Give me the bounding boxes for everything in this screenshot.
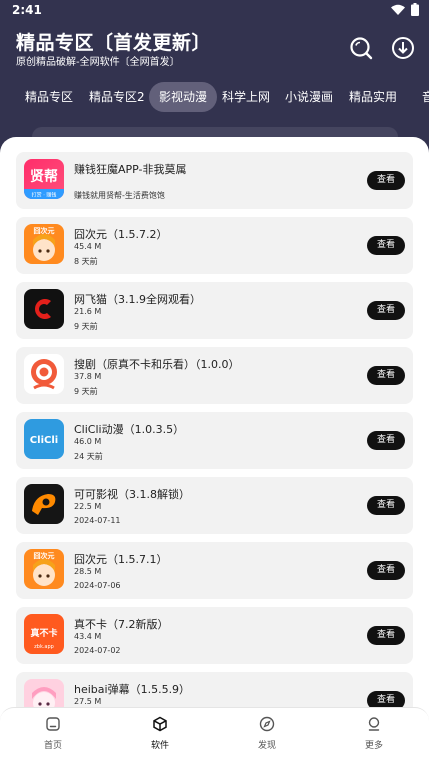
list-item[interactable]: 搜剧（原真不卡和乐看）（1.0.0） 37.8 M 9 天前 查看 [16,347,413,404]
app-date: 2024-07-02 [74,646,121,655]
app-size: 27.5 M [74,697,102,706]
app-name: 赚钱狂魔APP-非我莫属 [74,163,187,176]
nav-label: 软件 [150,741,169,751]
icon-text: zbk.app [34,644,54,650]
view-button[interactable]: 查看 [367,496,405,515]
status-icons [391,3,419,16]
app-name: 搜剧（原真不卡和乐看）（1.0.0） [74,358,240,371]
tab-xiaoshuo[interactable]: 小说漫画 [275,82,343,112]
view-button[interactable]: 查看 [367,301,405,320]
search-button[interactable] [348,35,374,61]
clicli-app-icon: CliCli [24,419,64,459]
battery-icon [411,3,419,16]
view-button[interactable]: 查看 [367,236,405,255]
app-date: 8 天前 [74,257,98,266]
app-size: 37.8 M [74,372,102,381]
tab-jingpin[interactable]: 精品专区 [15,82,83,112]
tab-shiyong[interactable]: 精品实用 [339,82,407,112]
tab-jingpin2[interactable]: 精品专区2 [79,82,155,112]
nav-label: 更多 [364,741,383,751]
app-size: 22.5 M [74,502,102,511]
wangfeimao-app-icon [24,289,64,329]
bottom-navigation: 首页 软件 发现 更多 [0,707,429,763]
app-size: 45.4 M [74,242,102,251]
nav-more[interactable]: 更多 [344,716,404,760]
keke-app-icon [24,484,64,524]
icon-text: 贤帮 [30,168,58,185]
app-size: 28.5 M [74,567,102,576]
app-date: 2024-07-11 [74,516,121,525]
app-date: 9 天前 [74,387,98,396]
tab-yingshi[interactable]: 影视动漫 [149,82,218,112]
app-description: 赚钱就用贤帮-生活费饱饱 [74,191,165,200]
app-size: 21.6 M [74,307,102,316]
list-item[interactable]: 贤帮 打赏 · 赚钱 赚钱狂魔APP-非我莫属 赚钱就用贤帮-生活费饱饱 查看 [16,152,413,209]
icon-text: 真不卡 [30,627,57,639]
app-name: 网飞猫（3.1.9全网观看） [74,293,201,306]
app-name: heibai弹幕（1.5.5.9） [74,683,191,696]
icon-text: 打赏 · 赚钱 [32,192,57,199]
app-name: 可可影视（3.1.8解锁） [74,488,190,501]
category-tabs: 精品专区 精品专区2 影视动漫 科学上网 小说漫画 精品实用 音 [0,82,429,114]
app-name: 囧次元（1.5.7.1） [74,553,168,566]
icon-text: CliCli [30,435,58,446]
app-name: CliCli动漫（1.0.3.5） [74,423,185,436]
xianbang-app-icon: 贤帮 打赏 · 赚钱 [24,159,64,199]
page-title: 精品专区〔首发更新〕 [16,32,212,54]
jiongciyuan-app-icon: 囧次元 [24,224,64,264]
page-subtitle: 原创精品破解-全网软件〔全网首发〕 [16,57,180,68]
app-name: 囧次元（1.5.7.2） [74,228,168,241]
status-bar: 2:41 [0,0,429,20]
nav-software[interactable]: 软件 [130,716,190,760]
app-date: 2024-07-06 [74,581,121,590]
app-date: 24 天前 [74,452,103,461]
list-item[interactable]: 囧次元 囧次元（1.5.7.2） 45.4 M 8 天前 查看 [16,217,413,274]
app-name: 真不卡（7.2新版） [74,618,169,631]
tab-yin[interactable]: 音 [412,82,429,112]
home-icon [46,717,60,731]
status-time: 2:41 [12,3,42,17]
app-date: 9 天前 [74,322,98,331]
view-button[interactable]: 查看 [367,561,405,580]
icon-text: 囧次元 [34,551,55,560]
app-list-sheet: 贤帮 打赏 · 赚钱 赚钱狂魔APP-非我莫属 赚钱就用贤帮-生活费饱饱 查看 … [0,137,429,763]
icon-text: 囧次元 [34,226,55,235]
list-item[interactable]: 网飞猫（3.1.9全网观看） 21.6 M 9 天前 查看 [16,282,413,339]
header: 精品专区〔首发更新〕 原创精品破解-全网软件〔全网首发〕 精品专区 精品专区2 … [0,20,429,136]
compass-icon [259,716,275,732]
zhenbuka-app-icon: 真不卡 zbk.app [24,614,64,654]
list-item[interactable]: 真不卡 zbk.app 真不卡（7.2新版） 43.4 M 2024-07-02… [16,607,413,664]
nav-discover[interactable]: 发现 [237,716,297,760]
nav-label: 首页 [43,741,62,751]
jiongciyuan-app-icon: 囧次元 [24,549,64,589]
search-icon [350,37,373,60]
view-button[interactable]: 查看 [367,626,405,645]
app-size: 46.0 M [74,437,102,446]
wifi-icon [391,4,405,15]
user-icon [368,717,380,731]
nav-home[interactable]: 首页 [23,716,83,760]
nav-label: 发现 [257,741,276,751]
download-icon [392,37,414,59]
view-button[interactable]: 查看 [367,366,405,385]
app-size: 43.4 M [74,632,102,641]
list-item[interactable]: 囧次元 囧次元（1.5.7.1） 28.5 M 2024-07-06 查看 [16,542,413,599]
list-item[interactable]: 可可影视（3.1.8解锁） 22.5 M 2024-07-11 查看 [16,477,413,534]
download-button[interactable] [390,35,416,61]
view-button[interactable]: 查看 [367,171,405,190]
view-button[interactable]: 查看 [367,431,405,450]
souju-app-icon [24,354,64,394]
cube-icon [153,716,167,732]
list-item[interactable]: CliCli CliCli动漫（1.0.3.5） 46.0 M 24 天前 查看 [16,412,413,469]
tab-kexue[interactable]: 科学上网 [212,82,280,112]
